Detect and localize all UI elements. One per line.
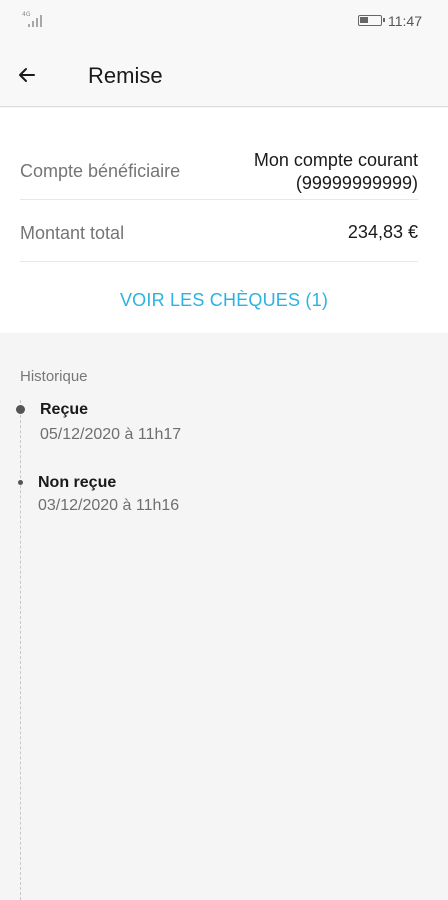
timeline-dot-icon — [16, 405, 25, 414]
status-time: 11:47 — [388, 13, 422, 29]
history-event-title: Non reçue — [38, 474, 117, 491]
history-title: Historique — [20, 368, 88, 385]
amount-label: Montant total — [20, 223, 125, 243]
beneficiary-account-number: (99999999999) — [295, 173, 418, 193]
screen: 4G 11:47 Remise Compte bénéficiaire Mon … — [0, 0, 448, 900]
history-event-date: 03/12/2020 à 11h16 — [38, 497, 180, 514]
beneficiary-account-name: Mon compte courant — [253, 150, 418, 170]
beneficiary-value: Mon compte courant (99999999999) — [254, 149, 418, 195]
app-bar: Remise — [0, 44, 448, 107]
history-event-date: 05/12/2020 à 11h17 — [40, 426, 182, 443]
back-arrow-icon[interactable] — [14, 62, 40, 88]
network-type-label: 4G — [22, 11, 31, 18]
beneficiary-row: Compte bénéficiaire Mon compte courant (… — [20, 138, 418, 200]
timeline-line — [20, 400, 21, 900]
timeline-dot-icon — [18, 480, 23, 485]
signal-icon: 4G — [22, 11, 48, 27]
details-card: Compte bénéficiaire Mon compte courant (… — [0, 108, 448, 333]
amount-row: Montant total 234,83 € — [20, 200, 418, 262]
page-title: Remise — [88, 63, 163, 88]
history-event-title: Reçue — [40, 401, 89, 418]
status-bar: 4G 11:47 — [0, 0, 448, 44]
battery-icon — [358, 15, 385, 26]
beneficiary-label: Compte bénéficiaire — [20, 161, 181, 181]
amount-value: 234,83 € — [347, 222, 418, 242]
view-cheques-button[interactable]: VOIR LES CHÈQUES (1) — [0, 290, 448, 311]
